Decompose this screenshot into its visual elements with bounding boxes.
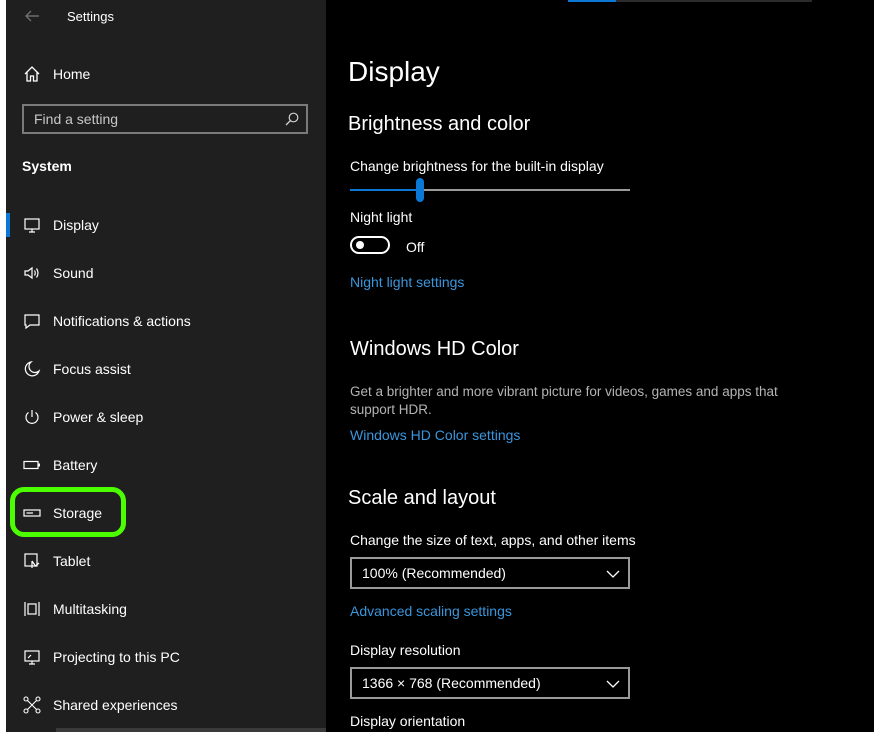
hd-color-settings-link[interactable]: Windows HD Color settings — [350, 427, 520, 443]
sidebar-item-shared-experiences[interactable]: Shared experiences — [6, 685, 326, 725]
moon-icon — [22, 359, 42, 379]
battery-icon — [22, 455, 42, 475]
toggle-knob — [356, 241, 364, 249]
sidebar-item-sound[interactable]: Sound — [6, 253, 326, 293]
brightness-heading: Brightness and color — [348, 113, 531, 135]
scale-dropdown-value: 100% (Recommended) — [362, 565, 506, 581]
sidebar-item-multitasking[interactable]: Multitasking — [6, 589, 326, 629]
shared-icon — [22, 695, 42, 715]
main-content: Display Brightness and color Change brig… — [326, 0, 874, 732]
sidebar-item-label: Focus assist — [53, 361, 131, 377]
speaker-icon — [22, 263, 42, 283]
scale-heading: Scale and layout — [348, 487, 496, 509]
hd-color-heading: Windows HD Color — [350, 338, 519, 360]
brightness-slider-fill — [350, 189, 420, 191]
search-box[interactable] — [22, 104, 308, 134]
sidebar-item-label: Notifications & actions — [53, 313, 191, 329]
home-icon — [22, 64, 42, 84]
sidebar-item-power-sleep[interactable]: Power & sleep — [6, 397, 326, 437]
sidebar-item-label: Shared experiences — [53, 697, 178, 713]
resolution-dropdown-value: 1366 × 768 (Recommended) — [362, 675, 541, 691]
storage-highlight-annotation — [10, 487, 126, 537]
sidebar-item-notifications[interactable]: Notifications & actions — [6, 301, 326, 341]
night-light-label: Night light — [350, 209, 413, 225]
resolution-label: Display resolution — [350, 642, 461, 658]
scale-size-label: Change the size of text, apps, and other… — [350, 532, 636, 548]
search-icon[interactable] — [284, 111, 300, 127]
section-heading: System — [22, 158, 72, 174]
brightness-slider-label: Change brightness for the built-in displ… — [350, 158, 604, 174]
sidebar: Settings Home System Display Sound Notif… — [6, 0, 346, 732]
night-light-settings-link[interactable]: Night light settings — [350, 274, 464, 290]
brightness-slider-thumb[interactable] — [416, 178, 424, 202]
notification-icon — [22, 311, 42, 331]
sidebar-item-focus-assist[interactable]: Focus assist — [6, 349, 326, 389]
app-title: Settings — [67, 9, 114, 24]
tablet-icon — [22, 551, 42, 571]
brightness-slider-track[interactable] — [350, 189, 630, 191]
night-light-state: Off — [406, 239, 425, 255]
home-label: Home — [53, 66, 91, 82]
sidebar-item-label: Projecting to this PC — [53, 649, 180, 665]
home-nav[interactable]: Home — [6, 58, 326, 90]
taskbar-edge — [56, 728, 346, 732]
sidebar-item-label: Sound — [53, 265, 94, 281]
sidebar-item-battery[interactable]: Battery — [6, 445, 326, 485]
monitor-icon — [22, 215, 42, 235]
advanced-scaling-link[interactable]: Advanced scaling settings — [350, 603, 512, 619]
sidebar-item-tablet[interactable]: Tablet — [6, 541, 326, 581]
sidebar-item-label: Battery — [53, 457, 98, 473]
top-accent-line — [568, 0, 616, 2]
sidebar-item-label: Tablet — [53, 553, 91, 569]
chevron-down-icon — [606, 567, 620, 579]
resolution-dropdown[interactable]: 1366 × 768 (Recommended) — [350, 667, 630, 699]
sidebar-item-display[interactable]: Display — [6, 205, 326, 245]
selection-indicator — [6, 213, 10, 237]
sidebar-item-label: Multitasking — [53, 601, 127, 617]
multitasking-icon — [22, 599, 42, 619]
hd-color-description: Get a brighter and more vibrant picture … — [350, 384, 778, 417]
page-title: Display — [348, 56, 440, 87]
chevron-down-icon — [606, 677, 620, 689]
projecting-icon — [22, 647, 42, 667]
search-input[interactable] — [24, 106, 284, 132]
title-bar: Settings — [6, 0, 326, 34]
orientation-label: Display orientation — [350, 713, 466, 729]
sidebar-item-projecting[interactable]: Projecting to this PC — [6, 637, 326, 677]
power-icon — [22, 407, 42, 427]
sidebar-item-label: Power & sleep — [53, 409, 144, 425]
back-arrow-icon[interactable] — [22, 6, 42, 26]
scale-dropdown[interactable]: 100% (Recommended) — [350, 557, 630, 589]
night-light-toggle[interactable] — [350, 236, 390, 254]
sidebar-item-label: Display — [53, 217, 99, 233]
